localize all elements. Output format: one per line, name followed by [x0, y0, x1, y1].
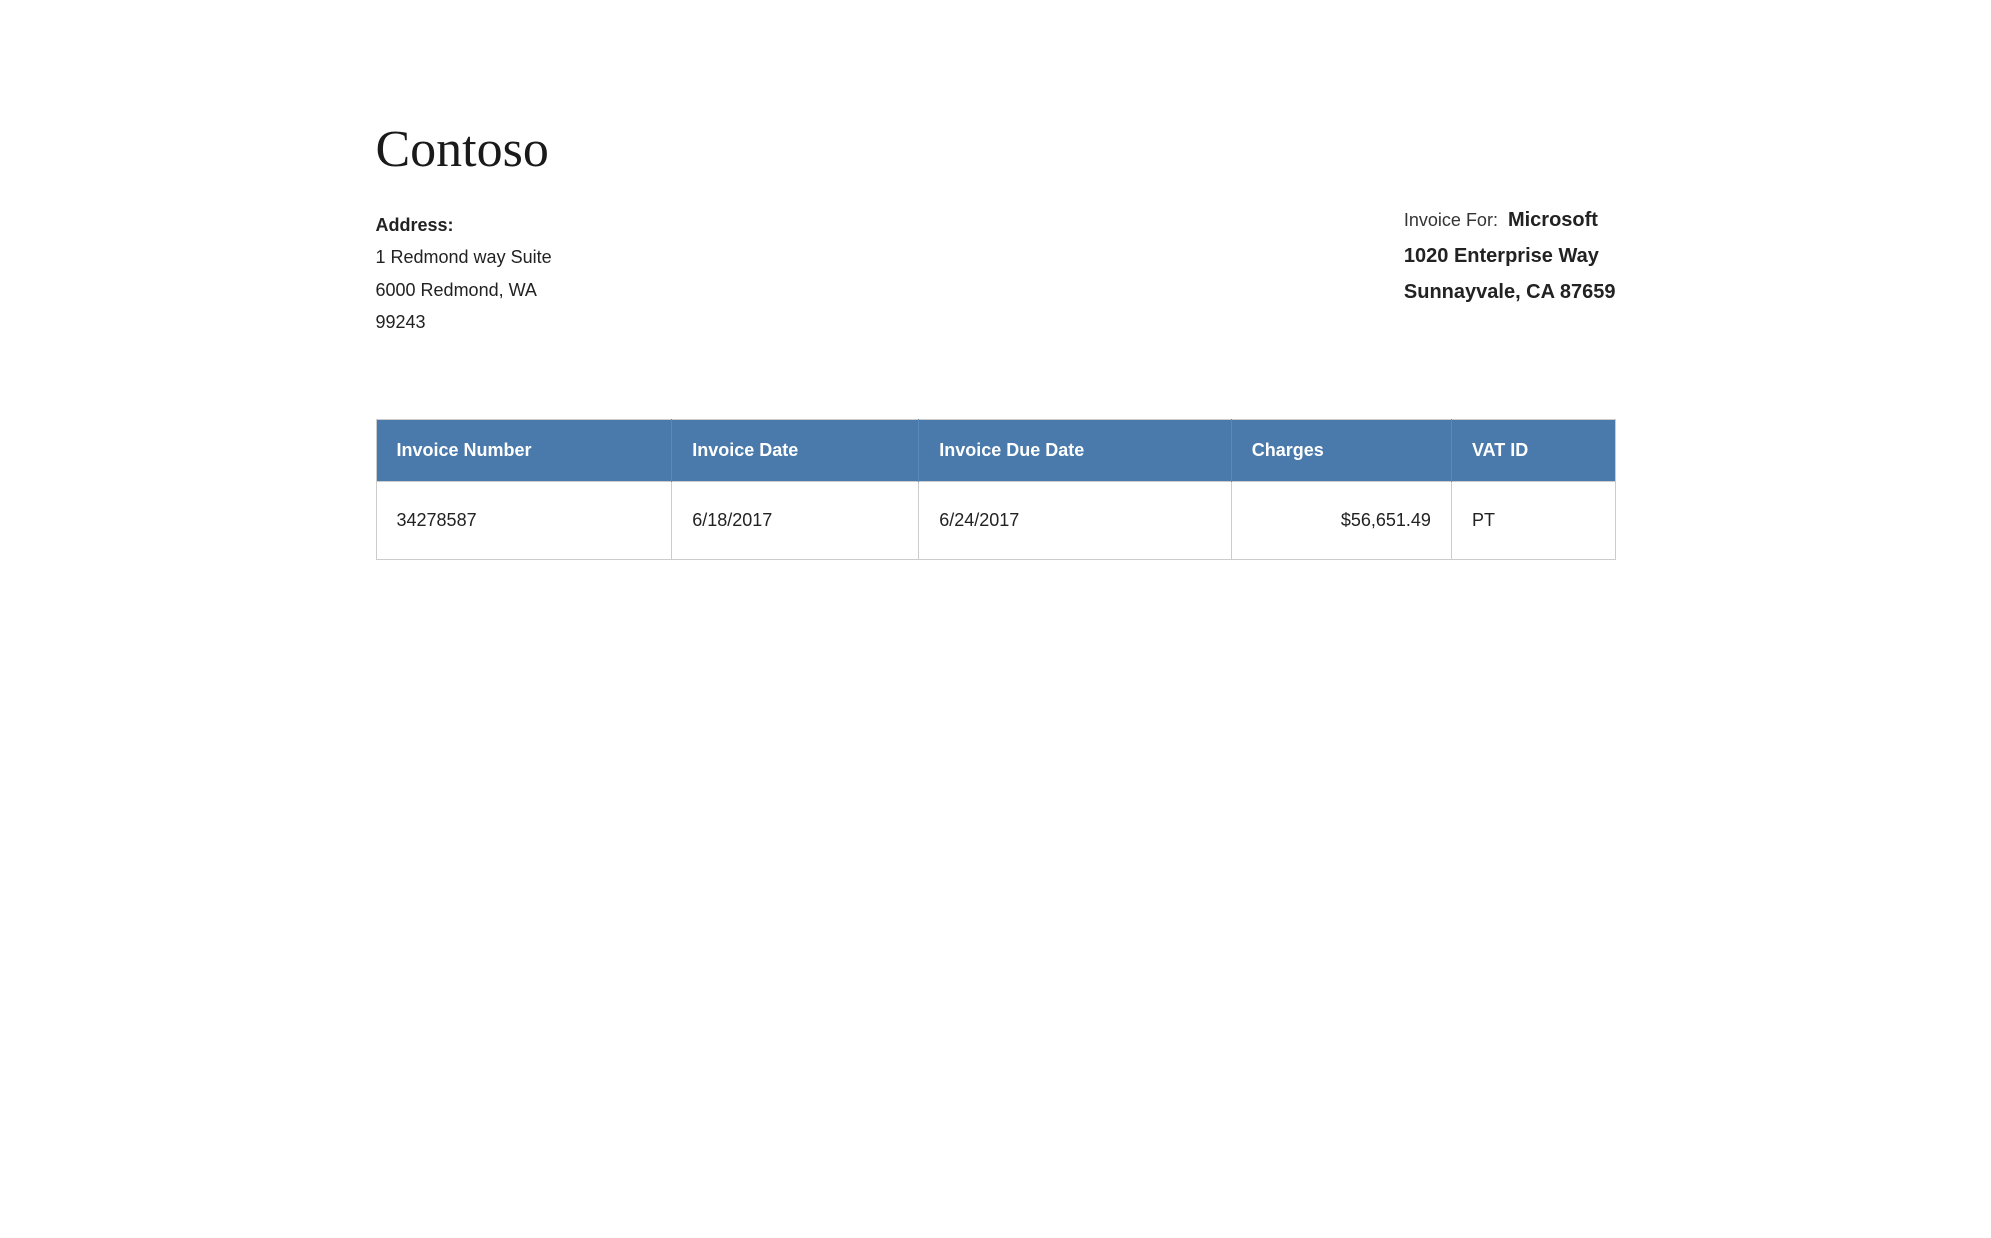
company-name: Contoso — [376, 120, 1616, 179]
col-header-invoice-number: Invoice Number — [376, 419, 672, 481]
address-line1: 1 Redmond way Suite — [376, 241, 552, 273]
table-row: 34278587 6/18/2017 6/24/2017 $56,651.49 … — [376, 481, 1615, 559]
address-label: Address: — [376, 209, 552, 241]
invoice-for-block: Invoice For: Microsoft 1020 Enterprise W… — [1404, 209, 1616, 310]
invoice-for-row: Invoice For: Microsoft — [1404, 209, 1616, 232]
col-header-vat-id: VAT ID — [1451, 419, 1615, 481]
invoice-for-address-line2: Sunnayvale, CA 87659 — [1404, 274, 1616, 310]
cell-invoice-number: 34278587 — [376, 481, 672, 559]
from-address-block: Address: 1 Redmond way Suite 6000 Redmon… — [376, 209, 552, 339]
invoice-table: Invoice Number Invoice Date Invoice Due … — [376, 419, 1616, 560]
cell-charges: $56,651.49 — [1231, 481, 1451, 559]
col-header-invoice-due-date: Invoice Due Date — [919, 419, 1232, 481]
invoice-for-label: Invoice For: — [1404, 210, 1498, 231]
header-section: Address: 1 Redmond way Suite 6000 Redmon… — [376, 209, 1616, 339]
col-header-charges: Charges — [1231, 419, 1451, 481]
cell-vat-id: PT — [1451, 481, 1615, 559]
invoice-for-address-line1: 1020 Enterprise Way — [1404, 238, 1616, 274]
invoice-for-company: Microsoft — [1508, 209, 1598, 232]
address-line2: 6000 Redmond, WA — [376, 274, 552, 306]
table-header-row: Invoice Number Invoice Date Invoice Due … — [376, 419, 1615, 481]
cell-invoice-due-date: 6/24/2017 — [919, 481, 1232, 559]
page-container: Contoso Address: 1 Redmond way Suite 600… — [296, 0, 1696, 640]
col-header-invoice-date: Invoice Date — [672, 419, 919, 481]
cell-invoice-date: 6/18/2017 — [672, 481, 919, 559]
address-line3: 99243 — [376, 306, 552, 338]
